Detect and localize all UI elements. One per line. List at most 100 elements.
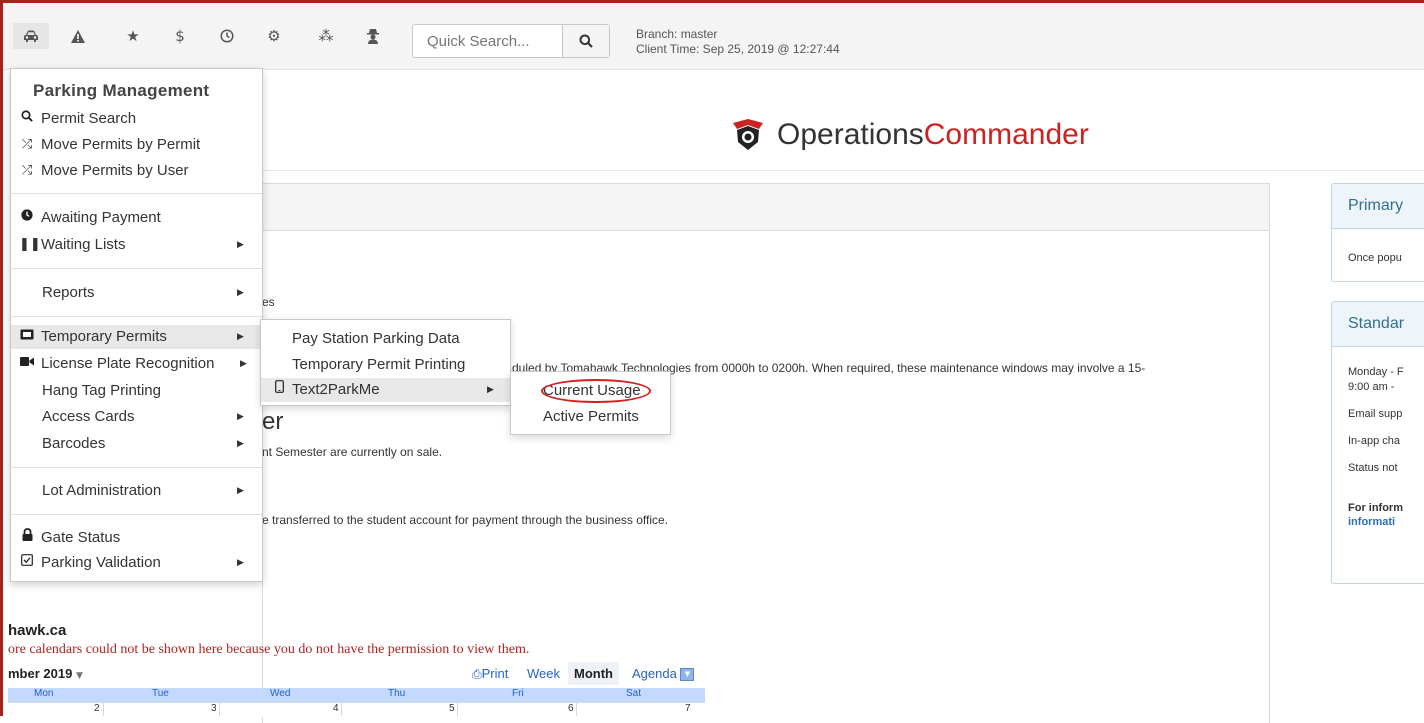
calendar-day-name: Sat bbox=[626, 688, 642, 699]
menu-item-label: Waiting Lists bbox=[41, 236, 126, 253]
printer-icon: ⎙ bbox=[472, 667, 482, 681]
content-heading: er bbox=[262, 408, 284, 435]
standard-panel: Standar Monday - F 9:00 am - Email supp … bbox=[1331, 301, 1424, 584]
info-link[interactable]: informati bbox=[1348, 516, 1395, 528]
menu-item-label: Temporary Permits bbox=[41, 328, 167, 345]
menu-title: Parking Management bbox=[33, 81, 210, 100]
menu-divider bbox=[11, 467, 262, 468]
submenu-item-label: Pay Station Parking Data bbox=[292, 330, 460, 347]
print-label: Print bbox=[481, 666, 509, 681]
calendar-day-name: Fri bbox=[512, 688, 524, 699]
calendar-month-selector[interactable]: mber 2019 ▼ bbox=[8, 666, 83, 681]
calendar-date[interactable]: 2 bbox=[94, 703, 100, 714]
menu-item-move-permits-by-user[interactable]: ⤮ Move Permits by User bbox=[11, 159, 262, 183]
primary-panel-title: Primary bbox=[1332, 184, 1424, 229]
calendar-agenda-tab[interactable]: Agenda ▼ bbox=[632, 666, 695, 682]
calendar-date[interactable]: 7 bbox=[685, 703, 691, 714]
menu-item-label: Hang Tag Printing bbox=[42, 382, 161, 399]
branch-info: Branch: master Client Time: Sep 25, 2019… bbox=[636, 27, 840, 57]
menu-item-label: Move Permits by Permit bbox=[41, 136, 201, 153]
menu-item-label: Gate Status bbox=[41, 529, 121, 546]
caret-right-icon: ▶ bbox=[237, 558, 244, 568]
submenu-item-text2parkme[interactable]: Text2ParkMe ▶ bbox=[261, 378, 510, 402]
menu-item-label: Permit Search bbox=[41, 110, 137, 127]
car-icon[interactable] bbox=[13, 23, 49, 49]
top-toolbar: ★ $ ⚙ ⁂ Branch: master Client Time: Sep … bbox=[3, 3, 1424, 70]
warning-icon[interactable] bbox=[60, 23, 96, 49]
temporary-permits-submenu: Pay Station Parking Data Temporary Permi… bbox=[260, 319, 511, 406]
menu-item-temporary-permits[interactable]: Temporary Permits ▶ bbox=[11, 325, 262, 349]
menu-item-awaiting-payment[interactable]: Awaiting Payment bbox=[11, 206, 262, 230]
submenu-item-active-permits[interactable]: Active Permits bbox=[511, 405, 670, 429]
calendar-title: hawk.ca bbox=[8, 622, 67, 639]
menu-divider bbox=[11, 268, 262, 269]
quick-search bbox=[412, 24, 610, 58]
search-input[interactable] bbox=[413, 25, 563, 57]
calendar-print-button[interactable]: ⎙Print bbox=[472, 666, 508, 682]
menu-item-label: Barcodes bbox=[42, 435, 106, 452]
menu-divider bbox=[11, 514, 262, 515]
menu-item-label: Access Cards bbox=[42, 408, 135, 425]
menu-item-waiting-lists[interactable]: ❚❚ Waiting Lists ▶ bbox=[11, 233, 262, 257]
menu-item-gate-status[interactable]: Gate Status bbox=[11, 526, 262, 550]
menu-item-access-cards[interactable]: Access Cards ▶ bbox=[11, 405, 262, 429]
calendar-day-name: Mon bbox=[34, 688, 54, 699]
branch-label: Branch: master bbox=[636, 27, 718, 41]
calendar-day-name: Thu bbox=[388, 688, 406, 699]
dollar-icon[interactable]: $ bbox=[162, 23, 198, 49]
menu-item-license-plate-recognition[interactable]: License Plate Recognition ▶ bbox=[11, 352, 262, 376]
menu-item-label: Move Permits by User bbox=[41, 162, 189, 179]
logo-text-commander: Commander bbox=[923, 118, 1089, 151]
menu-item-hang-tag-printing[interactable]: Hang Tag Printing bbox=[11, 379, 262, 403]
menu-item-parking-validation[interactable]: Parking Validation ▶ bbox=[11, 551, 262, 575]
calendar-day-name: Tue bbox=[152, 688, 169, 699]
window-frame-left bbox=[0, 0, 3, 716]
gears-icon[interactable]: ⚙ bbox=[256, 23, 292, 49]
menu-item-move-permits-by-permit[interactable]: ⤮ Move Permits by Permit bbox=[11, 133, 262, 157]
submenu-item-temporary-permit-printing[interactable]: Temporary Permit Printing bbox=[261, 353, 510, 377]
calendar-date[interactable]: 3 bbox=[211, 703, 217, 714]
menu-item-permit-search[interactable]: Permit Search bbox=[11, 107, 262, 131]
menu-item-reports[interactable]: Reports ▶ bbox=[11, 281, 262, 305]
calendar-date[interactable]: 5 bbox=[449, 703, 455, 714]
main-panel-header bbox=[263, 184, 1269, 231]
user-secret-icon[interactable] bbox=[355, 23, 391, 49]
submenu-item-pay-station-parking-data[interactable]: Pay Station Parking Data bbox=[261, 327, 510, 351]
standard-panel-line: 9:00 am - bbox=[1348, 381, 1395, 393]
caret-right-icon: ▶ bbox=[237, 412, 244, 422]
lock-icon bbox=[19, 526, 35, 550]
clock-icon[interactable] bbox=[209, 23, 245, 49]
calendar-week-row bbox=[8, 702, 705, 717]
caret-right-icon: ▶ bbox=[237, 332, 244, 342]
shuffle-icon: ⤮ bbox=[21, 163, 33, 178]
calendar-week-tab[interactable]: Week bbox=[527, 666, 560, 681]
calendar-date[interactable]: 6 bbox=[568, 703, 574, 714]
caret-right-icon: ▶ bbox=[237, 288, 244, 298]
calendar-cell-divider bbox=[219, 702, 220, 716]
caret-right-icon: ▶ bbox=[240, 359, 247, 369]
caret-right-icon: ▶ bbox=[237, 486, 244, 496]
calendar-month-tab[interactable]: Month bbox=[568, 662, 619, 685]
submenu-item-label: Text2ParkMe bbox=[292, 381, 380, 398]
menu-item-label: Reports bbox=[42, 284, 95, 301]
calendar-day-header bbox=[8, 688, 705, 702]
content-line-transfer: e transferred to the student account for… bbox=[262, 513, 669, 527]
calendar-day-name: Wed bbox=[270, 688, 291, 699]
menu-item-lot-administration[interactable]: Lot Administration ▶ bbox=[11, 479, 262, 503]
standard-panel-line: Email supp bbox=[1348, 408, 1403, 420]
primary-panel-text: Once popu bbox=[1348, 252, 1402, 264]
shuffle-icon: ⤮ bbox=[21, 137, 33, 152]
submenu-item-label: Active Permits bbox=[543, 408, 639, 425]
search-button[interactable] bbox=[562, 25, 609, 57]
calendar-cell-divider bbox=[576, 702, 577, 716]
menu-item-barcodes[interactable]: Barcodes ▶ bbox=[11, 432, 262, 456]
ticket-icon bbox=[19, 325, 35, 349]
cubes-icon[interactable]: ⁂ bbox=[308, 23, 344, 49]
calendar-date[interactable]: 4 bbox=[333, 703, 339, 714]
video-camera-icon bbox=[19, 352, 35, 376]
chevron-down-icon: ▼ bbox=[75, 671, 83, 681]
mobile-icon bbox=[271, 378, 287, 402]
content-line-semester: nt Semester are currently on sale. bbox=[262, 445, 443, 459]
star-icon[interactable]: ★ bbox=[115, 23, 151, 49]
standard-panel-line: Monday - F bbox=[1348, 366, 1404, 378]
